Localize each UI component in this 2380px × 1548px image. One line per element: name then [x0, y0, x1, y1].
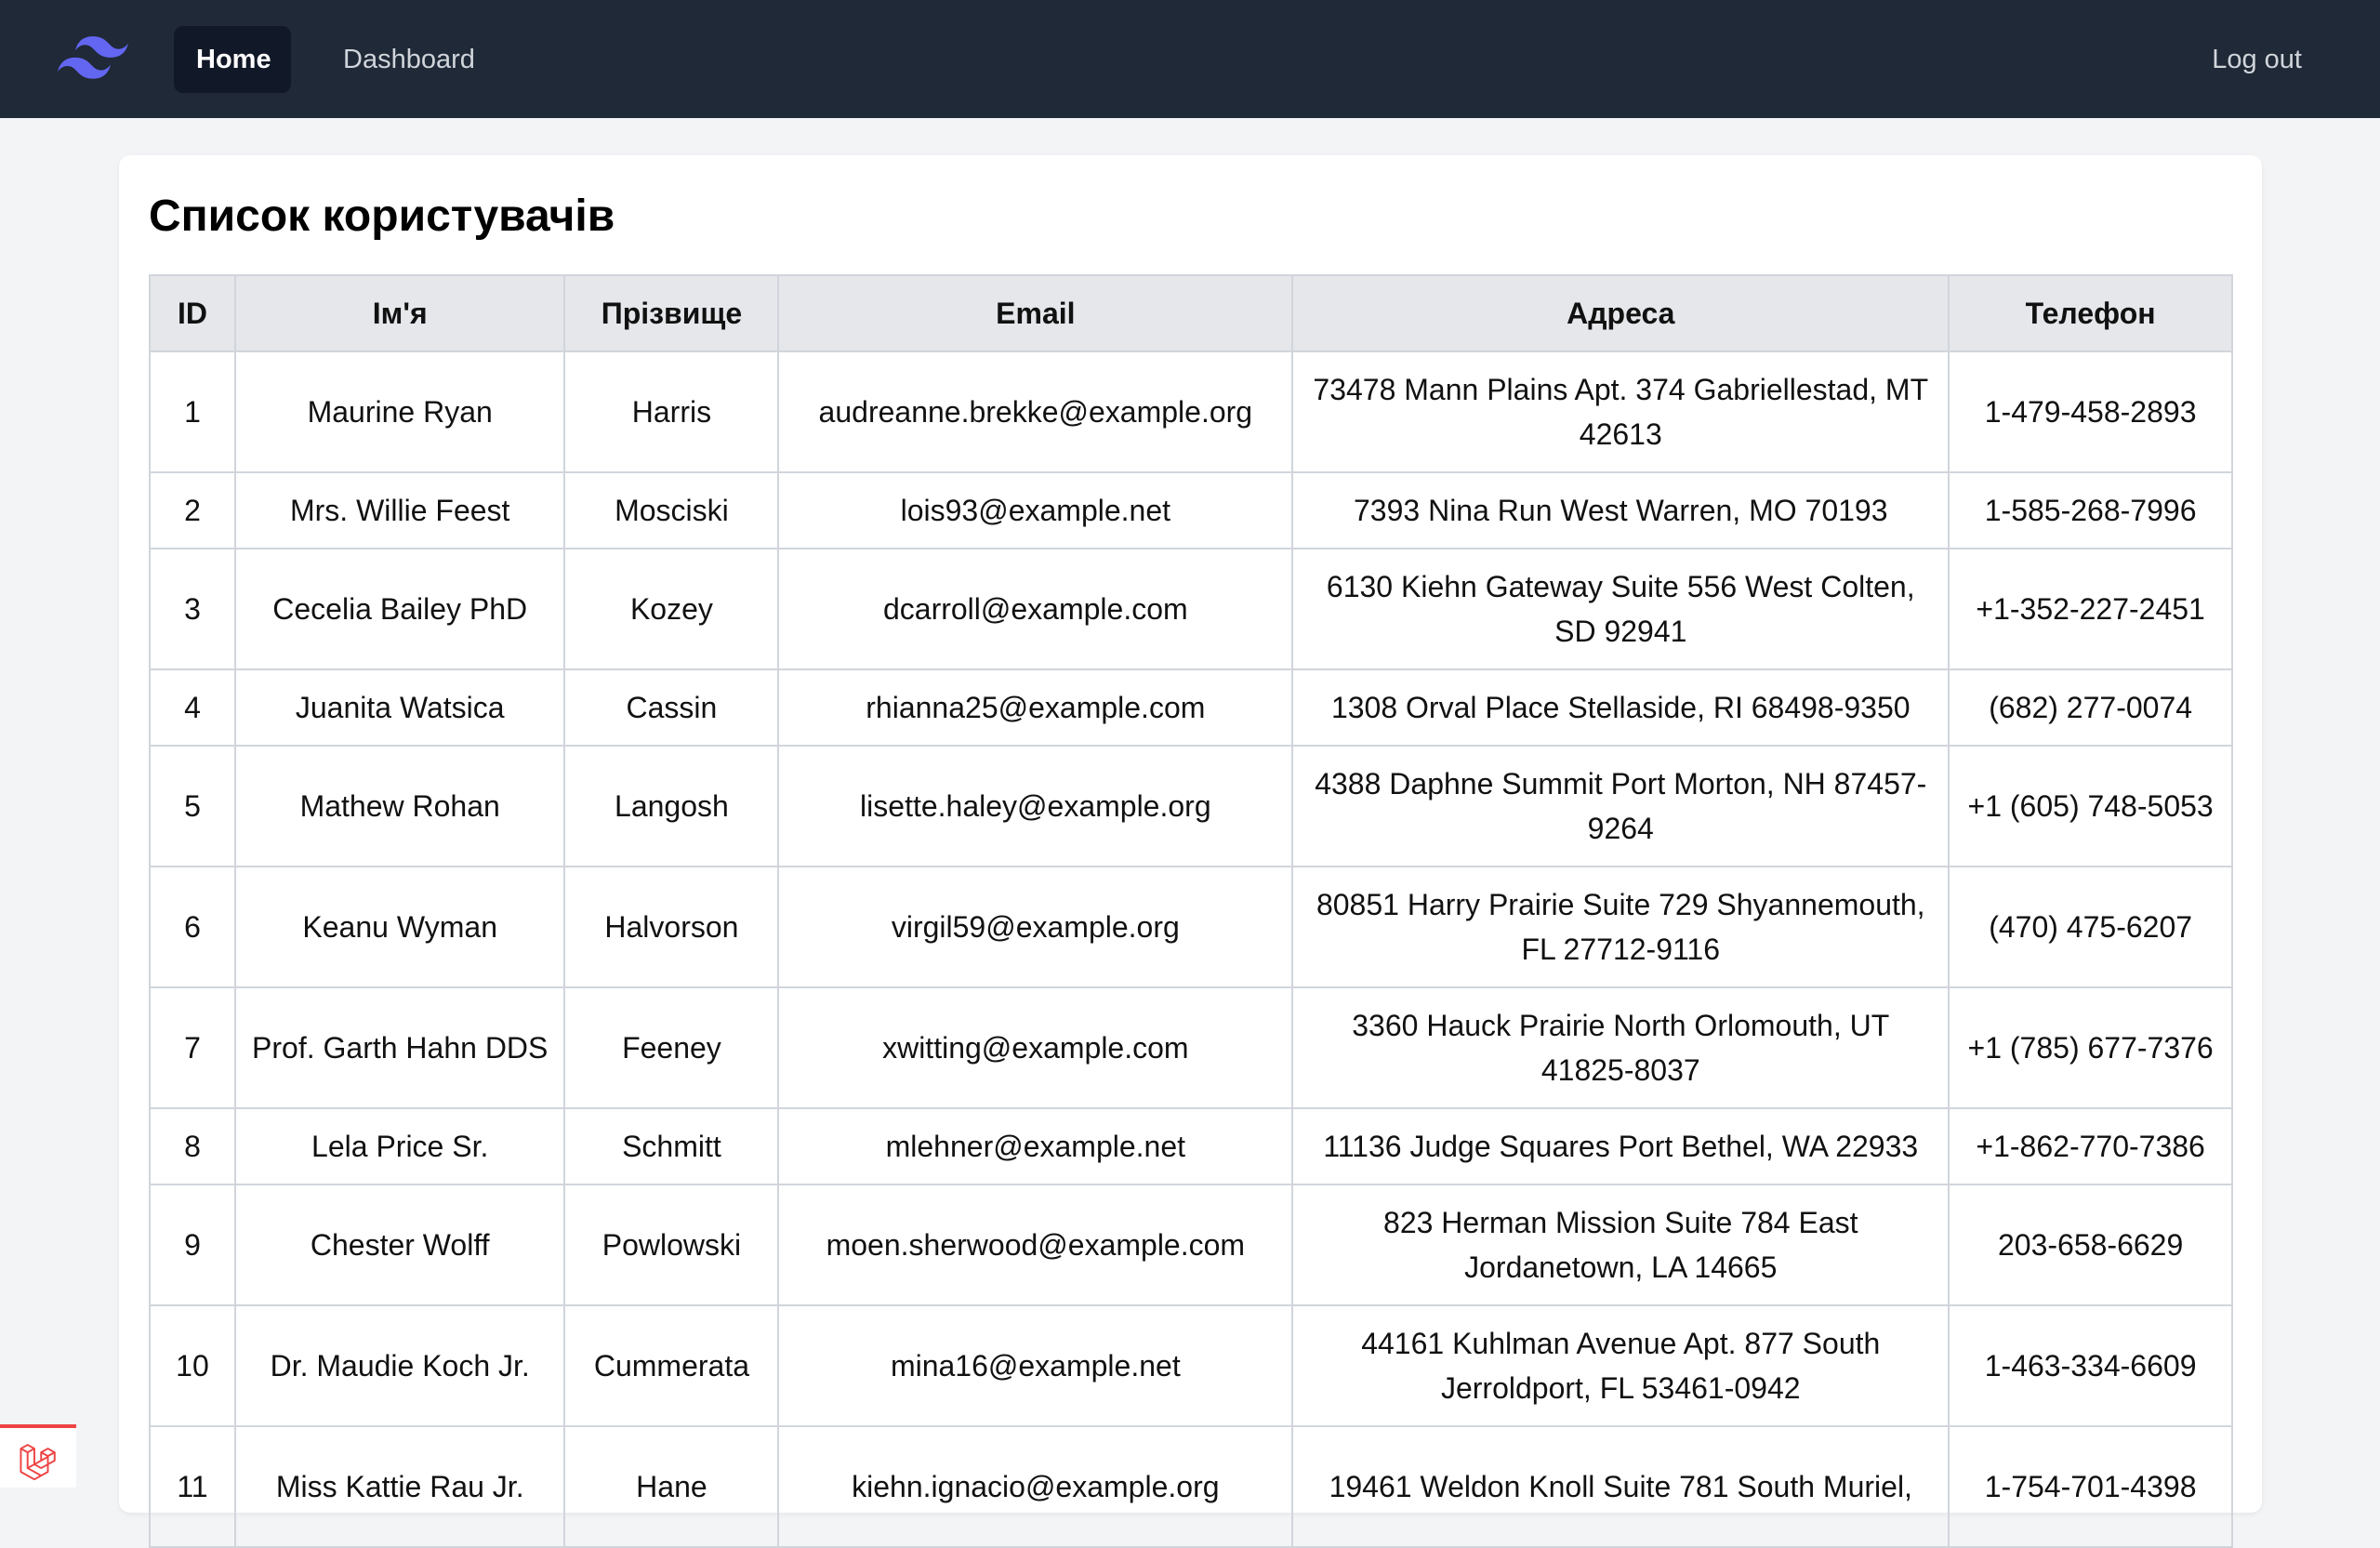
cell-id: 11	[149, 1425, 236, 1548]
cell-address: 823 Herman Mission Suite 784 East Jordan…	[1291, 1184, 1950, 1306]
cell-email: dcarroll@example.com	[777, 548, 1294, 670]
table-row: 2 Mrs. Willie Feest Mosciski lois93@exam…	[149, 471, 2233, 549]
cell-phone: +1 (605) 748-5053	[1948, 745, 2233, 867]
users-table: ID Ім'я Прізвище Email Адреса Телефон 1 …	[149, 274, 2233, 1548]
logout-link[interactable]: Log out	[2189, 26, 2324, 93]
users-card: Список користувачів ID Ім'я Прізвище Ema…	[119, 155, 2262, 1548]
table-row: 7 Prof. Garth Hahn DDS Feeney xwitting@e…	[149, 986, 2233, 1109]
cell-email: mina16@example.net	[777, 1304, 1294, 1427]
top-navbar: Home Dashboard Log out	[0, 0, 2380, 118]
cell-id: 7	[149, 986, 236, 1109]
cell-last-name: Hane	[563, 1425, 780, 1548]
cell-last-name: Cummerata	[563, 1304, 780, 1427]
header-first-name: Ім'я	[233, 274, 566, 352]
cell-email: kiehn.ignacio@example.org	[777, 1425, 1294, 1548]
nav-home-link[interactable]: Home	[174, 26, 291, 93]
cell-email: audreanne.brekke@example.org	[777, 351, 1294, 473]
table-row: 10 Dr. Maudie Koch Jr. Cummerata mina16@…	[149, 1304, 2233, 1427]
cell-first-name: Prof. Garth Hahn DDS	[233, 986, 566, 1109]
cell-email: moen.sherwood@example.com	[777, 1184, 1294, 1306]
cell-address: 4388 Daphne Summit Port Morton, NH 87457…	[1291, 745, 1950, 867]
cell-first-name: Dr. Maudie Koch Jr.	[233, 1304, 566, 1427]
debugbar-toggle[interactable]	[0, 1424, 76, 1488]
cell-address: 7393 Nina Run West Warren, MO 70193	[1291, 471, 1950, 549]
table-row: 11 Miss Kattie Rau Jr. Hane kiehn.ignaci…	[149, 1425, 2233, 1548]
cell-phone: 1-754-701-4398	[1948, 1425, 2233, 1548]
cell-address: 44161 Kuhlman Avenue Apt. 877 South Jerr…	[1291, 1304, 1950, 1427]
cell-first-name: Juanita Watsica	[233, 668, 566, 747]
nav-dashboard-link[interactable]: Dashboard	[321, 26, 497, 93]
cell-last-name: Kozey	[563, 548, 780, 670]
table-row: 5 Mathew Rohan Langosh lisette.haley@exa…	[149, 745, 2233, 867]
cell-email: lisette.haley@example.org	[777, 745, 1294, 867]
cell-address: 3360 Hauck Prairie North Orlomouth, UT 4…	[1291, 986, 1950, 1109]
cell-phone: +1-862-770-7386	[1948, 1107, 2233, 1185]
cell-email: xwitting@example.com	[777, 986, 1294, 1109]
cell-id: 2	[149, 471, 236, 549]
cell-last-name: Schmitt	[563, 1107, 780, 1185]
cell-phone: 1-585-268-7996	[1948, 471, 2233, 549]
cell-last-name: Langosh	[563, 745, 780, 867]
cell-id: 3	[149, 548, 236, 670]
cell-phone: (682) 277-0074	[1948, 668, 2233, 747]
cell-first-name: Mrs. Willie Feest	[233, 471, 566, 549]
cell-id: 9	[149, 1184, 236, 1306]
cell-phone: (470) 475-6207	[1948, 866, 2233, 988]
table-header-row: ID Ім'я Прізвище Email Адреса Телефон	[149, 274, 2233, 352]
cell-address: 80851 Harry Prairie Suite 729 Shyannemou…	[1291, 866, 1950, 988]
cell-first-name: Cecelia Bailey PhD	[233, 548, 566, 670]
cell-email: rhianna25@example.com	[777, 668, 1294, 747]
table-row: 1 Maurine Ryan Harris audreanne.brekke@e…	[149, 351, 2233, 473]
table-row: 6 Keanu Wyman Halvorson virgil59@example…	[149, 866, 2233, 988]
cell-first-name: Keanu Wyman	[233, 866, 566, 988]
cell-last-name: Feeney	[563, 986, 780, 1109]
header-address: Адреса	[1291, 274, 1950, 352]
cell-first-name: Maurine Ryan	[233, 351, 566, 473]
cell-phone: +1 (785) 677-7376	[1948, 986, 2233, 1109]
cell-last-name: Powlowski	[563, 1184, 780, 1306]
cell-email: virgil59@example.org	[777, 866, 1294, 988]
cell-first-name: Lela Price Sr.	[233, 1107, 566, 1185]
cell-email: mlehner@example.net	[777, 1107, 1294, 1185]
cell-address: 19461 Weldon Knoll Suite 781 South Murie…	[1291, 1425, 1950, 1548]
cell-id: 10	[149, 1304, 236, 1427]
table-row: 3 Cecelia Bailey PhD Kozey dcarroll@exam…	[149, 548, 2233, 670]
table-row: 8 Lela Price Sr. Schmitt mlehner@example…	[149, 1107, 2233, 1185]
header-last-name: Прізвище	[563, 274, 780, 352]
table-row: 9 Chester Wolff Powlowski moen.sherwood@…	[149, 1184, 2233, 1306]
cell-last-name: Halvorson	[563, 866, 780, 988]
cell-first-name: Miss Kattie Rau Jr.	[233, 1425, 566, 1548]
cell-phone: 1-479-458-2893	[1948, 351, 2233, 473]
cell-phone: 1-463-334-6609	[1948, 1304, 2233, 1427]
cell-id: 8	[149, 1107, 236, 1185]
cell-email: lois93@example.net	[777, 471, 1294, 549]
cell-id: 4	[149, 668, 236, 747]
cell-last-name: Mosciski	[563, 471, 780, 549]
header-email: Email	[777, 274, 1294, 352]
cell-id: 1	[149, 351, 236, 473]
cell-last-name: Cassin	[563, 668, 780, 747]
cell-phone: +1-352-227-2451	[1948, 548, 2233, 670]
laravel-logo-icon	[20, 1444, 56, 1480]
cell-address: 1308 Orval Place Stellaside, RI 68498-93…	[1291, 668, 1950, 747]
table-row: 4 Juanita Watsica Cassin rhianna25@examp…	[149, 668, 2233, 747]
cell-address: 73478 Mann Plains Apt. 374 Gabriellestad…	[1291, 351, 1950, 473]
cell-address: 11136 Judge Squares Port Bethel, WA 2293…	[1291, 1107, 1950, 1185]
header-id: ID	[149, 274, 236, 352]
cell-id: 6	[149, 866, 236, 988]
tailwind-logo-icon[interactable]	[58, 35, 128, 82]
cell-last-name: Harris	[563, 351, 780, 473]
cell-first-name: Mathew Rohan	[233, 745, 566, 867]
cell-address: 6130 Kiehn Gateway Suite 556 West Colten…	[1291, 548, 1950, 670]
cell-first-name: Chester Wolff	[233, 1184, 566, 1306]
page-title: Список користувачів	[149, 192, 615, 241]
cell-phone: 203-658-6629	[1948, 1184, 2233, 1306]
cell-id: 5	[149, 745, 236, 867]
header-phone: Телефон	[1948, 274, 2233, 352]
